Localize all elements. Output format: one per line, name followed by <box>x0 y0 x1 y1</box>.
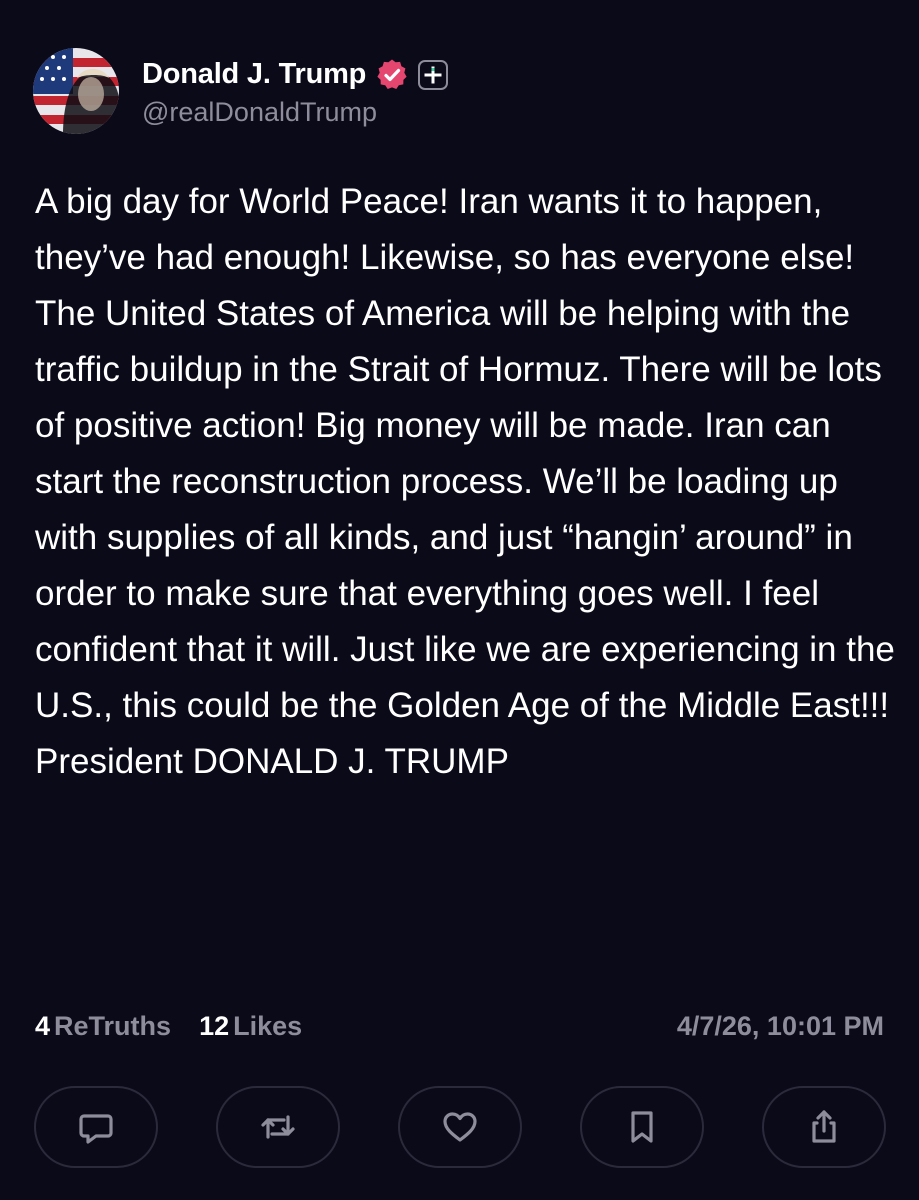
post-timestamp: 4/7/26, 10:01 PM <box>676 1010 884 1041</box>
author-display-name[interactable]: Donald J. Trump <box>142 58 366 91</box>
comment-icon <box>79 1114 113 1144</box>
post-header: Donald J. Trump @realDonaldTrump <box>33 47 449 135</box>
bookmark-icon <box>631 1111 653 1143</box>
reply-button[interactable] <box>34 1086 158 1168</box>
verified-badge-icon <box>375 58 409 92</box>
likes-label: Likes <box>233 1010 303 1041</box>
retruth-button[interactable] <box>216 1086 340 1168</box>
likes-count: 12 <box>199 1010 230 1041</box>
likes-stat[interactable]: 12 Likes <box>199 1011 302 1042</box>
truth-plus-badge-icon <box>418 59 449 90</box>
retruths-count: 4 <box>35 1010 51 1041</box>
avatar-image <box>33 48 119 134</box>
avatar[interactable] <box>33 48 119 134</box>
retruth-icon <box>261 1115 295 1139</box>
post-stats: 4 ReTruths 12 Likes <box>35 1006 330 1046</box>
author-handle[interactable]: @realDonaldTrump <box>142 97 448 128</box>
action-bar <box>34 1086 886 1168</box>
bookmark-button[interactable] <box>580 1086 704 1168</box>
like-button[interactable] <box>398 1086 522 1168</box>
retruths-label: ReTruths <box>54 1010 172 1041</box>
name-row: Donald J. Trump <box>142 55 449 95</box>
author-info: Donald J. Trump @realDonaldTrump <box>142 55 449 128</box>
share-icon <box>812 1110 836 1143</box>
post-text: A big day for World Peace! Iran wants it… <box>35 182 895 781</box>
share-button[interactable] <box>762 1086 886 1168</box>
heart-icon <box>443 1112 477 1142</box>
retruths-stat[interactable]: 4 ReTruths <box>35 1011 171 1042</box>
